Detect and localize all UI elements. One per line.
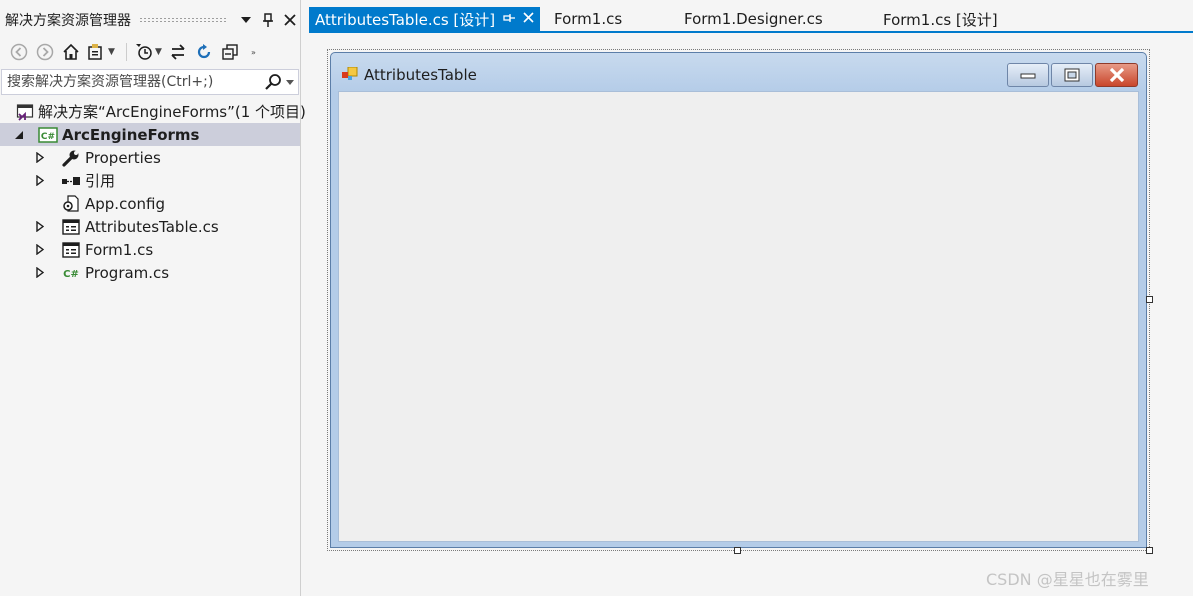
tab-label: Form1.Designer.cs <box>684 10 823 28</box>
expand-arrow-icon[interactable] <box>33 221 47 232</box>
references-icon <box>61 172 81 190</box>
form-client-area[interactable] <box>338 91 1139 542</box>
search-icon <box>265 74 281 90</box>
pin-icon[interactable] <box>257 9 279 31</box>
form-title: AttributesTable <box>364 66 477 84</box>
close-icon <box>1109 68 1124 82</box>
tree-item-label: Properties <box>85 148 161 167</box>
solution-tree: 解决方案“ArcEngineForms”(1 个项目) C# ArcEngine… <box>0 100 306 284</box>
tree-item-project[interactable]: C# ArcEngineForms <box>0 123 300 146</box>
tree-item-references[interactable]: 引用 <box>0 169 300 192</box>
pending-changes-filter-icon[interactable] <box>133 41 155 63</box>
sync-icon[interactable] <box>167 41 189 63</box>
toolbar-separator <box>126 43 127 61</box>
resize-handle-right[interactable] <box>1146 296 1153 303</box>
solution-icon <box>16 103 34 121</box>
tab-label: Form1.cs <box>554 10 623 28</box>
expand-arrow-icon[interactable] <box>33 152 47 163</box>
project-label: ArcEngineForms <box>62 125 200 144</box>
tree-item-app-config[interactable]: App.config <box>0 192 300 215</box>
tree-item-program[interactable]: C# Program.cs <box>0 261 300 284</box>
collapse-all-icon[interactable] <box>219 41 241 63</box>
tab-form1-designer-cs[interactable]: Form1.Designer.cs <box>684 7 823 31</box>
switch-views-dropdown-icon[interactable]: ▼ <box>108 47 116 57</box>
tab-form1-cs[interactable]: Form1.cs <box>554 7 622 31</box>
panel-dropdown-icon[interactable] <box>235 9 257 31</box>
back-icon[interactable] <box>8 41 30 63</box>
tab-label: Form1.cs [设计] <box>883 10 998 29</box>
close-icon[interactable] <box>279 9 301 31</box>
tree-item-form1[interactable]: Form1.cs <box>0 238 300 261</box>
maximize-icon <box>1064 68 1080 82</box>
csharp-file-icon: C# <box>61 264 81 282</box>
solution-explorer-panel: 解决方案资源管理器 ▼ ▼ » 搜索解决方案资源管理器(Ctrl+;) 解决方案… <box>0 0 306 596</box>
csharp-project-icon: C# <box>38 126 58 144</box>
expand-arrow-icon[interactable] <box>33 175 47 186</box>
tree-item-properties[interactable]: Properties <box>0 146 300 169</box>
tree-item-label: Form1.cs <box>85 240 154 259</box>
config-file-icon <box>61 194 81 213</box>
svg-text:C#: C# <box>41 132 55 142</box>
svg-text:C#: C# <box>63 269 79 280</box>
toolbar-overflow-icon[interactable]: » <box>251 48 259 57</box>
resize-handle-bottom[interactable] <box>734 547 741 554</box>
form-app-icon <box>342 66 358 85</box>
form-file-icon <box>61 218 81 236</box>
tree-item-label: AttributesTable.cs <box>85 217 219 236</box>
solution-label: 解决方案“ArcEngineForms”(1 个项目) <box>38 103 306 121</box>
form-preview-window[interactable]: AttributesTable <box>330 52 1147 548</box>
solution-explorer-search[interactable] <box>1 69 299 95</box>
tree-item-label: Program.cs <box>85 263 170 282</box>
maximize-button[interactable] <box>1051 63 1093 87</box>
form-file-icon <box>61 241 81 259</box>
close-icon[interactable] <box>523 11 534 27</box>
form-titlebar: AttributesTable <box>331 53 1146 91</box>
search-input[interactable] <box>2 74 262 90</box>
document-tab-strip: AttributesTable.cs [设计] Form1.cs Form1.D… <box>309 7 1193 33</box>
home-icon[interactable] <box>60 41 82 63</box>
search-button[interactable] <box>262 73 298 91</box>
tree-item-solution[interactable]: 解决方案“ArcEngineForms”(1 个项目) <box>0 100 306 123</box>
minimize-button[interactable] <box>1007 63 1049 87</box>
forward-icon[interactable] <box>34 41 56 63</box>
switch-views-icon[interactable] <box>86 41 108 63</box>
solution-explorer-title: 解决方案资源管理器 <box>5 13 131 29</box>
wrench-icon <box>61 149 81 167</box>
collapse-arrow-icon[interactable] <box>12 130 26 140</box>
search-options-dropdown-icon[interactable] <box>286 79 294 85</box>
refresh-icon[interactable] <box>193 41 215 63</box>
watermark: CSDN @星星也在雾里 <box>986 570 1149 589</box>
tab-form1-designer-view[interactable]: Form1.cs [设计] <box>883 7 998 31</box>
filter-dropdown-icon[interactable]: ▼ <box>155 47 163 57</box>
pin-icon[interactable] <box>503 12 516 26</box>
panel-drag-grip[interactable] <box>139 17 227 23</box>
resize-handle-bottom-right[interactable] <box>1146 547 1153 554</box>
solution-explorer-header: 解决方案资源管理器 <box>0 7 301 33</box>
minimize-icon <box>1020 73 1036 79</box>
tab-label: AttributesTable.cs [设计] <box>315 10 496 29</box>
tree-item-label: App.config <box>85 194 165 213</box>
close-button[interactable] <box>1095 63 1138 87</box>
tree-item-attributes-table[interactable]: AttributesTable.cs <box>0 215 300 238</box>
tab-attributes-table-designer[interactable]: AttributesTable.cs [设计] <box>309 7 541 31</box>
expand-arrow-icon[interactable] <box>33 244 47 255</box>
expand-arrow-icon[interactable] <box>33 267 47 278</box>
tree-item-label: 引用 <box>85 172 116 190</box>
solution-explorer-toolbar: ▼ ▼ » <box>0 38 301 66</box>
